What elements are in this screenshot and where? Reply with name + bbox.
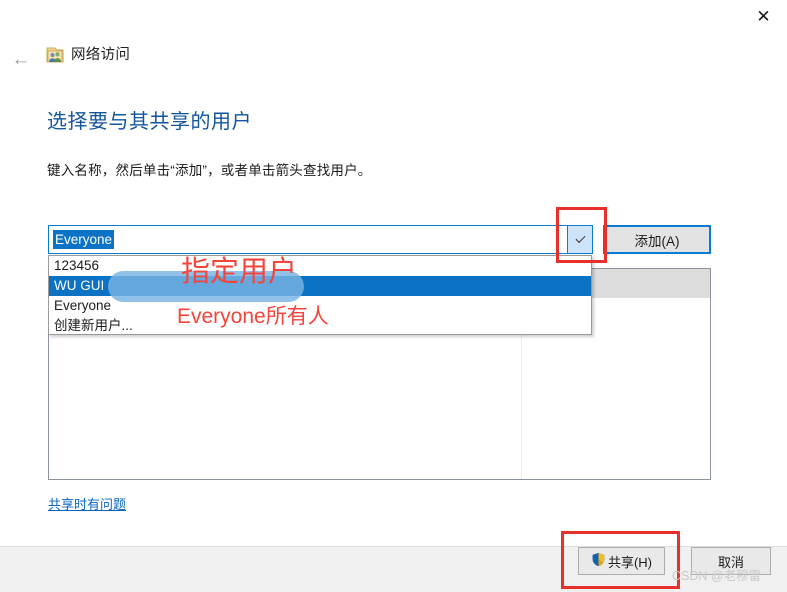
combobox-dropdown-button[interactable]: [567, 226, 592, 253]
combobox-dropdown-list[interactable]: 123456 WU GUI Everyone 创建新用户...: [48, 255, 592, 335]
share-button-label: 共享(H): [607, 554, 653, 570]
add-button[interactable]: 添加(A): [603, 225, 711, 254]
share-problem-link[interactable]: 共享时有问题: [48, 494, 126, 513]
dropdown-option-123456[interactable]: 123456: [49, 256, 591, 276]
combobox-value[interactable]: Everyone: [53, 230, 115, 249]
dropdown-option-wu-gui[interactable]: WU GUI: [49, 276, 591, 296]
dropdown-option-everyone[interactable]: Everyone: [49, 296, 591, 316]
page-title: 选择要与其共享的用户: [47, 111, 252, 133]
dropdown-option-create-new-user[interactable]: 创建新用户...: [49, 316, 591, 336]
dialog-footer: [0, 546, 787, 592]
network-access-dialog: ✕ ← 网络访问 选择要与其共享的用户 键入名称，然后单击“添加”，或者单击箭头…: [0, 0, 787, 592]
close-icon[interactable]: ✕: [740, 0, 787, 32]
wizard-nav-row: ← 网络访问: [0, 42, 787, 76]
user-name-combobox[interactable]: Everyone: [48, 225, 593, 254]
page-instruction: 键入名称，然后单击“添加”，或者单击箭头查找用户。: [47, 163, 372, 178]
chevron-down-icon: [575, 233, 585, 244]
share-button[interactable]: 共享(H): [578, 547, 665, 575]
shared-folder-icon: [45, 45, 65, 65]
back-arrow-icon[interactable]: ←: [8, 46, 34, 72]
uac-shield-icon: [591, 552, 606, 570]
cancel-button[interactable]: 取消: [691, 547, 771, 575]
wizard-title: 网络访问: [71, 47, 131, 63]
